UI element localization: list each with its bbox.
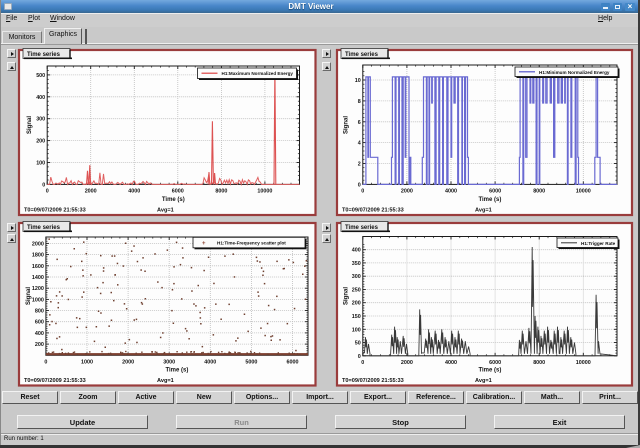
svg-text:6000: 6000 (489, 189, 501, 195)
svg-text:Time series: Time series (345, 52, 379, 58)
svg-text:2000: 2000 (400, 189, 412, 195)
svg-text:400: 400 (36, 95, 45, 101)
svg-text:0: 0 (357, 182, 360, 188)
svg-text:8000: 8000 (215, 189, 227, 195)
svg-text:1000: 1000 (81, 360, 93, 366)
svg-text:2000: 2000 (85, 189, 97, 195)
svg-text:Time series: Time series (27, 52, 61, 58)
svg-text:300: 300 (351, 274, 360, 280)
svg-text:10000: 10000 (575, 189, 590, 195)
svg-text:Time (s): Time (s) (162, 197, 185, 203)
svg-text:1800: 1800 (32, 253, 44, 259)
svg-text:T0=09/07/2009 21:55:33: T0=09/07/2009 21:55:33 (342, 378, 404, 384)
svg-text:Avg=1: Avg=1 (157, 208, 174, 214)
svg-text:500: 500 (36, 73, 45, 79)
svg-text:4000: 4000 (445, 360, 457, 366)
svg-text:5000: 5000 (245, 360, 257, 366)
svg-text:1400: 1400 (32, 275, 44, 281)
svg-text:+: + (202, 241, 206, 247)
svg-text:Time (s): Time (s) (478, 368, 501, 374)
svg-text:8: 8 (357, 99, 360, 105)
svg-text:200: 200 (36, 139, 45, 145)
svg-text:250: 250 (351, 288, 360, 294)
svg-text:350: 350 (351, 261, 360, 267)
svg-text:1600: 1600 (32, 264, 44, 270)
svg-text:H1:Time-Frequency scatter plot: H1:Time-Frequency scatter plot (217, 241, 286, 246)
svg-text:6000: 6000 (287, 360, 299, 366)
svg-text:Signal: Signal (343, 116, 349, 134)
svg-text:10000: 10000 (257, 189, 272, 195)
svg-text:0: 0 (357, 354, 360, 360)
svg-text:4000: 4000 (204, 360, 216, 366)
svg-text:0: 0 (42, 182, 45, 188)
svg-text:1200: 1200 (32, 286, 44, 292)
svg-text:Avg=1: Avg=1 (475, 208, 492, 214)
svg-text:4000: 4000 (128, 189, 140, 195)
svg-text:600: 600 (35, 320, 44, 326)
svg-text:400: 400 (35, 331, 44, 337)
svg-text:8000: 8000 (533, 189, 545, 195)
svg-text:200: 200 (35, 342, 44, 348)
svg-text:6: 6 (357, 120, 360, 126)
svg-text:10: 10 (354, 78, 360, 84)
svg-text:2: 2 (357, 162, 360, 168)
svg-text:Time series: Time series (345, 225, 379, 231)
svg-text:Avg=1: Avg=1 (157, 378, 174, 384)
svg-text:Time series: Time series (27, 225, 61, 231)
svg-text:4: 4 (357, 141, 360, 147)
svg-text:1000: 1000 (32, 297, 44, 303)
svg-text:H1:Trigger Rate: H1:Trigger Rate (581, 241, 616, 246)
svg-text:0: 0 (361, 360, 364, 366)
svg-text:H1:Minimum Normalized Energy: H1:Minimum Normalized Energy (539, 70, 610, 75)
svg-text:Signal: Signal (26, 287, 32, 305)
svg-text:50: 50 (354, 341, 360, 347)
svg-text:T0=09/07/2009 21:55:33: T0=09/07/2009 21:55:33 (24, 208, 86, 214)
svg-text:H1:Maximum Normalized Energy: H1:Maximum Normalized Energy (222, 71, 294, 76)
svg-text:0: 0 (44, 360, 47, 366)
svg-text:T0=09/07/2009 21:55:33: T0=09/07/2009 21:55:33 (342, 208, 404, 214)
svg-text:Signal: Signal (27, 116, 33, 134)
svg-text:100: 100 (351, 327, 360, 333)
svg-text:8000: 8000 (533, 360, 545, 366)
svg-text:3000: 3000 (163, 360, 175, 366)
svg-text:Signal: Signal (343, 287, 349, 305)
svg-text:300: 300 (36, 117, 45, 123)
svg-text:2000: 2000 (122, 360, 134, 366)
svg-text:Time (s): Time (s) (165, 368, 188, 374)
svg-text:100: 100 (36, 161, 45, 167)
svg-text:2000: 2000 (32, 241, 44, 247)
svg-text:10000: 10000 (575, 360, 590, 366)
svg-text:Time (s): Time (s) (478, 197, 501, 203)
svg-text:6000: 6000 (172, 189, 184, 195)
svg-text:4000: 4000 (445, 189, 457, 195)
svg-text:Avg=1: Avg=1 (475, 378, 492, 384)
svg-text:0: 0 (46, 189, 49, 195)
svg-text:2000: 2000 (400, 360, 412, 366)
svg-text:800: 800 (35, 309, 44, 315)
svg-text:T0=09/07/2009 21:55:33: T0=09/07/2009 21:55:33 (24, 378, 86, 384)
svg-text:150: 150 (351, 314, 360, 320)
svg-text:6000: 6000 (489, 360, 501, 366)
svg-text:400: 400 (351, 248, 360, 254)
svg-text:200: 200 (351, 301, 360, 307)
svg-text:0: 0 (361, 189, 364, 195)
